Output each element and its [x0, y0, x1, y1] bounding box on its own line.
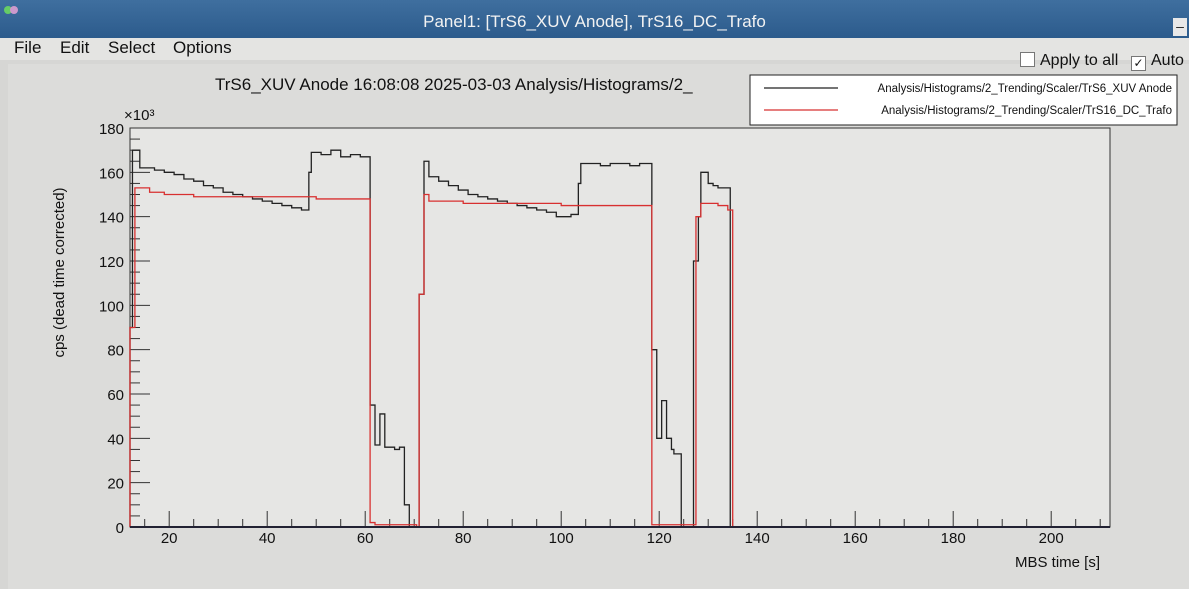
- x-axis-label: MBS time [s]: [1015, 554, 1100, 571]
- x-tick-label: 100: [549, 530, 574, 547]
- x-tick-label: 80: [455, 530, 472, 547]
- y-tick-label: 0: [116, 520, 124, 537]
- y-tick-label: 20: [107, 476, 124, 493]
- window-title: Panel1: [TrS6_XUV Anode], TrS16_DC_Trafo: [423, 12, 766, 31]
- plot-canvas[interactable]: TrS6_XUV Anode 16:08:08 2025-03-03 Analy…: [8, 64, 1189, 589]
- x-tick-label: 200: [1039, 530, 1064, 547]
- chart-title: TrS6_XUV Anode 16:08:08 2025-03-03 Analy…: [215, 75, 693, 94]
- y-multiplier: ×10³: [124, 107, 154, 124]
- legend-entry: Analysis/Histograms/2_Trending/Scaler/Tr…: [881, 105, 1172, 117]
- auto-checkbox[interactable]: ✓ Auto: [1131, 52, 1184, 71]
- y-tick-label: 140: [99, 210, 124, 227]
- histogram-plot: TrS6_XUV Anode 16:08:08 2025-03-03 Analy…: [51, 74, 1178, 571]
- y-tick-label: 180: [99, 121, 124, 138]
- plot-frame: [129, 127, 1111, 528]
- menu-edit[interactable]: Edit: [60, 38, 89, 58]
- title-bar: Panel1: [TrS6_XUV Anode], TrS16_DC_Trafo…: [0, 0, 1189, 38]
- x-tick-label: 160: [843, 530, 868, 547]
- minimize-button[interactable]: –: [1173, 18, 1187, 36]
- x-tick-label: 180: [941, 530, 966, 547]
- y-tick-label: 80: [107, 343, 124, 360]
- x-tick-label: 40: [259, 530, 276, 547]
- checkbox-box[interactable]: [1020, 52, 1035, 67]
- check-icon[interactable]: ✓: [1131, 56, 1146, 71]
- menu-bar: File Edit Select Options: [0, 38, 1189, 60]
- x-tick-label: 120: [647, 530, 672, 547]
- y-tick-label: 100: [99, 298, 124, 315]
- x-tick-label: 60: [357, 530, 374, 547]
- legend-entry: Analysis/Histograms/2_Trending/Scaler/Tr…: [878, 83, 1172, 95]
- y-tick-label: 60: [107, 387, 124, 404]
- x-tick-label: 140: [745, 530, 770, 547]
- auto-label: Auto: [1151, 52, 1184, 69]
- y-tick-label: 40: [107, 431, 124, 448]
- apply-to-all-checkbox[interactable]: Apply to all: [1020, 52, 1118, 70]
- x-tick-label: 20: [161, 530, 178, 547]
- menu-options[interactable]: Options: [173, 38, 232, 58]
- y-tick-label: 160: [99, 165, 124, 182]
- apply-to-all-label: Apply to all: [1040, 52, 1119, 69]
- menu-file[interactable]: File: [14, 38, 41, 58]
- y-axis-label: cps (dead time corrected): [51, 187, 68, 357]
- menu-select[interactable]: Select: [108, 38, 155, 58]
- y-tick-label: 120: [99, 254, 124, 271]
